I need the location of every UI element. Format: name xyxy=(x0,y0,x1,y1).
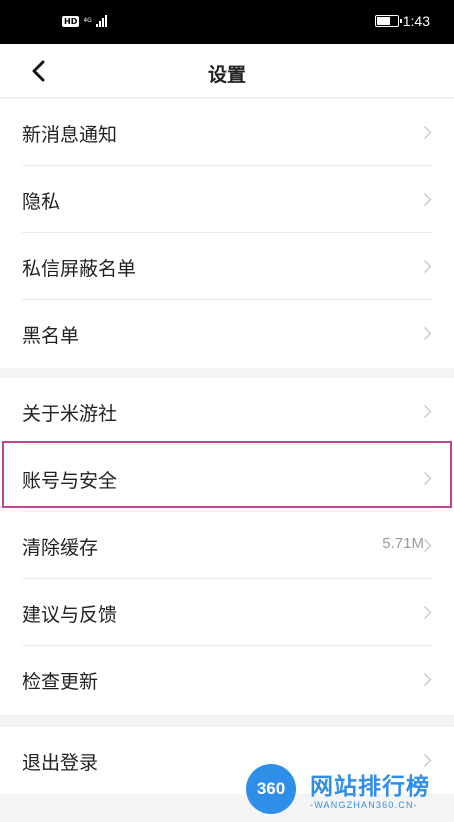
setting-row-clear-cache[interactable]: 清除缓存 5.71M xyxy=(0,512,454,579)
setting-label: 清除缓存 xyxy=(22,537,99,559)
setting-label: 黑名单 xyxy=(22,325,80,347)
watermark: 360 网站排行榜 -WANGZHAN360.CN- xyxy=(238,762,452,820)
status-left: HD 4G xyxy=(62,15,107,27)
signal-icon xyxy=(95,15,107,27)
chevron-right-icon xyxy=(424,539,432,552)
page-title: 设置 xyxy=(207,64,246,86)
status-bar: HD 4G 1:43 xyxy=(0,0,454,44)
setting-row-notifications[interactable]: 新消息通知 xyxy=(0,99,454,166)
chevron-right-icon xyxy=(424,405,432,418)
chevron-right-icon xyxy=(424,193,432,206)
setting-row-dm-block-list[interactable]: 私信屏蔽名单 xyxy=(0,233,454,300)
setting-label: 检查更新 xyxy=(22,671,99,693)
setting-label: 退出登录 xyxy=(22,752,99,774)
chevron-right-icon xyxy=(424,606,432,619)
nav-bar: 设置 xyxy=(0,44,454,98)
setting-label: 建议与反馈 xyxy=(22,604,118,626)
watermark-logo: 360 xyxy=(246,764,296,814)
setting-label: 关于米游社 xyxy=(22,403,118,425)
cache-size-value: 5.71M xyxy=(382,535,424,552)
chevron-right-icon xyxy=(424,260,432,273)
setting-row-check-update[interactable]: 检查更新 xyxy=(0,646,454,713)
setting-row-blacklist[interactable]: 黑名单 xyxy=(0,300,454,367)
chevron-right-icon xyxy=(424,673,432,686)
chevron-right-icon xyxy=(424,327,432,340)
clock: 1:43 xyxy=(402,13,430,29)
setting-row-about[interactable]: 关于米游社 xyxy=(0,378,454,445)
battery-icon xyxy=(374,15,402,27)
chevron-right-icon xyxy=(424,126,432,139)
setting-row-account-security[interactable]: 账号与安全 xyxy=(0,445,454,512)
watermark-title: 网站排行榜 xyxy=(310,774,430,800)
setting-label: 新消息通知 xyxy=(22,124,118,146)
network-type: 4G xyxy=(83,17,92,24)
setting-row-privacy[interactable]: 隐私 xyxy=(0,166,454,233)
setting-label: 私信屏蔽名单 xyxy=(22,258,137,280)
status-right: 1:43 xyxy=(374,13,430,29)
settings-group-general: 新消息通知 隐私 私信屏蔽名单 黑名单 xyxy=(0,99,454,368)
setting-label: 隐私 xyxy=(22,191,61,213)
chevron-right-icon xyxy=(424,472,432,485)
settings-group-app: 关于米游社 账号与安全 清除缓存 5.71M 建议与反馈 检查更新 xyxy=(0,378,454,715)
hd-badge: HD xyxy=(62,15,80,27)
setting-row-feedback[interactable]: 建议与反馈 xyxy=(0,579,454,646)
battery-level xyxy=(376,17,390,25)
watermark-subtitle: -WANGZHAN360.CN- xyxy=(310,800,418,810)
setting-label: 账号与安全 xyxy=(22,470,118,492)
